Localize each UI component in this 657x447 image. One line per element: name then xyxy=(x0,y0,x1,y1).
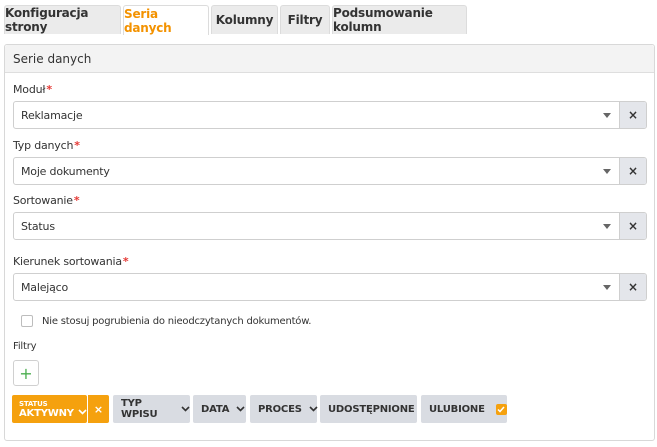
tab-bar: Konfiguracja strony Seria danych Kolumny… xyxy=(0,0,657,35)
no-bold-unread-checkbox[interactable] xyxy=(21,315,33,327)
sort-direction-select[interactable]: Malejąco × xyxy=(13,273,647,301)
filter-chip-status[interactable]: STATUS AKTYWNY xyxy=(12,395,87,423)
filter-chip-label: ULUBIONE xyxy=(429,403,485,415)
chevron-down-icon[interactable] xyxy=(309,406,318,412)
required-marker: * xyxy=(46,83,52,96)
tab-konfiguracja-strony[interactable]: Konfiguracja strony xyxy=(4,5,121,34)
sort-direction-clear-button[interactable]: × xyxy=(619,274,646,300)
caret-down-icon[interactable] xyxy=(601,281,613,293)
sort-direction-label: Kierunek sortowania* xyxy=(13,255,129,268)
filter-chip-proces[interactable]: PROCES xyxy=(250,395,318,423)
data-series-panel: Serie danych Moduł* Reklamacje × Typ dan… xyxy=(4,44,655,441)
required-marker: * xyxy=(122,255,129,268)
data-type-label-text: Typ danych xyxy=(13,139,74,152)
add-filter-button[interactable]: + xyxy=(13,360,39,386)
filter-chip-typ-wpisu[interactable]: TYP WPISU xyxy=(113,395,190,423)
module-select-value: Reklamacje xyxy=(21,108,83,122)
no-bold-unread-label: Nie stosuj pogrubienia do nieodczytanych… xyxy=(42,315,312,327)
tab-kolumny[interactable]: Kolumny xyxy=(211,5,278,34)
filter-chip-udostepnione[interactable]: UDOSTĘPNIONE xyxy=(320,395,431,423)
filter-chip-label: UDOSTĘPNIONE xyxy=(328,403,415,415)
panel-title: Serie danych xyxy=(5,45,654,73)
filter-chip-data[interactable]: DATA xyxy=(193,395,246,423)
no-bold-unread-option[interactable]: Nie stosuj pogrubienia do nieodczytanych… xyxy=(21,315,311,327)
filter-chip-ulubione[interactable]: ULUBIONE xyxy=(421,395,507,423)
filter-chip-status-remove-button[interactable]: × xyxy=(87,395,109,423)
required-marker: * xyxy=(74,139,80,152)
sorting-select-value: Status xyxy=(21,219,55,233)
module-label-text: Moduł xyxy=(13,83,46,96)
sort-direction-select-value: Malejąco xyxy=(21,280,69,294)
module-select[interactable]: Reklamacje × xyxy=(13,101,647,129)
required-marker: * xyxy=(73,194,80,207)
check-icon[interactable] xyxy=(495,403,507,415)
sorting-label-text: Sortowanie xyxy=(13,194,73,207)
filter-chip-status-text: STATUS AKTYWNY xyxy=(12,399,74,419)
tab-seria-danych[interactable]: Seria danych xyxy=(123,5,209,35)
data-type-clear-button[interactable]: × xyxy=(619,158,646,184)
caret-down-icon[interactable] xyxy=(601,220,613,232)
sorting-label: Sortowanie* xyxy=(13,194,80,207)
data-type-select[interactable]: Moje dokumenty × xyxy=(13,157,647,185)
data-type-select-value: Moje dokumenty xyxy=(21,164,110,178)
filter-chip-status-value: AKTYWNY xyxy=(19,408,74,419)
sorting-select[interactable]: Status × xyxy=(13,212,647,240)
chevron-down-icon[interactable] xyxy=(78,409,87,415)
module-clear-button[interactable]: × xyxy=(619,102,646,128)
module-label: Moduł* xyxy=(13,83,52,96)
chevron-down-icon[interactable] xyxy=(236,406,245,412)
filter-chip-label: TYP WPISU xyxy=(121,398,158,420)
caret-down-icon[interactable] xyxy=(601,165,613,177)
tab-podsumowanie-kolumn[interactable]: Podsumowanie kolumn xyxy=(332,5,467,34)
caret-down-icon[interactable] xyxy=(601,109,613,121)
tab-filtry[interactable]: Filtry xyxy=(280,5,330,34)
data-type-label: Typ danych* xyxy=(13,139,80,152)
filter-chip-label: PROCES xyxy=(258,403,302,415)
sorting-clear-button[interactable]: × xyxy=(619,213,646,239)
sort-direction-label-text: Kierunek sortowania xyxy=(13,255,122,268)
filters-label: Filtry xyxy=(13,341,37,352)
filter-chip-label: DATA xyxy=(201,403,230,415)
chevron-down-icon[interactable] xyxy=(181,406,190,412)
